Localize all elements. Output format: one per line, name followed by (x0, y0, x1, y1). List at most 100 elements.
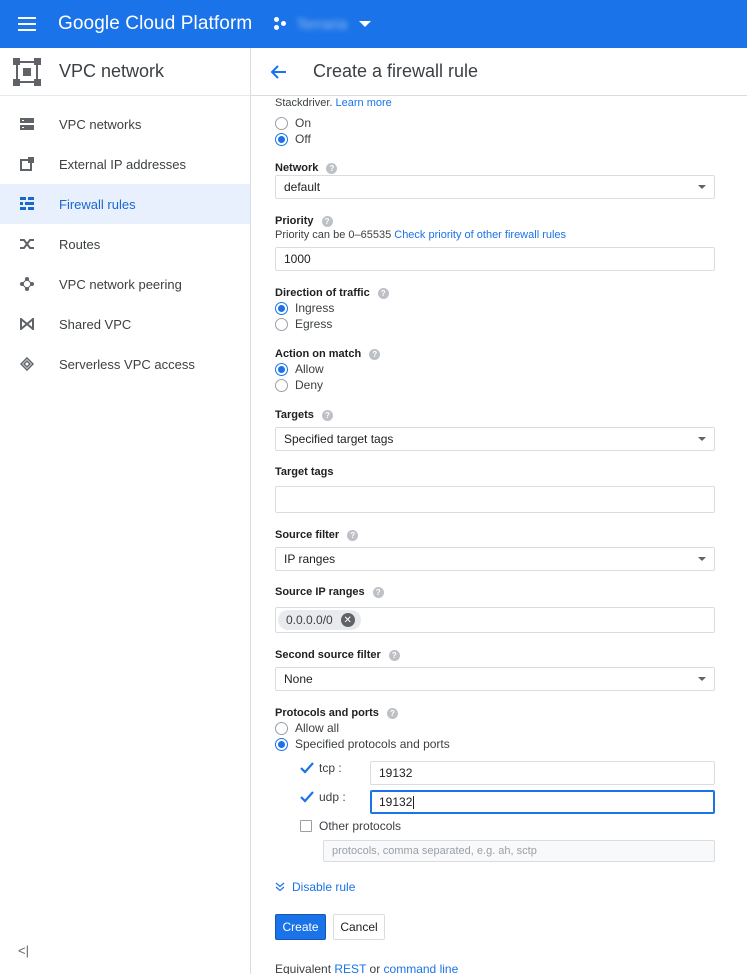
sidebar-item-label: External IP addresses (59, 156, 186, 172)
help-icon[interactable]: ? (372, 586, 384, 598)
other-protocols-label: Other protocols (319, 819, 402, 833)
firewall-form: Stackdriver. Learn more On Off Network? … (275, 96, 715, 974)
help-icon[interactable]: ? (386, 707, 398, 719)
targets-label: Targets? (275, 409, 333, 421)
vpc-logo-icon (13, 57, 41, 86)
sidebar-item-vpc-networks[interactable]: VPC networks (0, 104, 250, 144)
tcp-checkbox[interactable] (300, 761, 314, 775)
ip-range-chip: 0.0.0.0/0 ✕ (278, 610, 361, 630)
radio-checked (275, 362, 288, 376)
text-cursor (413, 795, 415, 809)
sidebar-item-label: Serverless VPC access (59, 356, 195, 372)
other-protocols-input[interactable]: protocols, comma separated, e.g. ah, sct… (323, 840, 715, 862)
dropdown-arrow-icon (698, 437, 706, 441)
help-icon[interactable]: ? (321, 215, 333, 227)
network-dropdown[interactable]: default (275, 175, 715, 199)
udp-ports-input[interactable]: 19132 (370, 790, 715, 814)
page-title: Create a firewall rule (313, 61, 479, 81)
allow-all-radio[interactable]: Allow all (275, 720, 339, 736)
rest-link[interactable]: REST (334, 962, 366, 974)
sidebar-title: VPC network (59, 61, 165, 81)
direction-label: Direction of traffic? (275, 287, 389, 299)
chevron-down-icon (275, 882, 285, 892)
help-icon[interactable]: ? (347, 529, 359, 541)
source-ip-ranges-label: Source IP ranges? (275, 586, 384, 598)
source-filter-label: Source filter? (275, 529, 359, 541)
second-source-filter-label: Second source filter? (275, 649, 400, 661)
help-icon[interactable]: ? (377, 287, 389, 299)
logs-off-radio[interactable]: Off (275, 131, 311, 147)
back-arrow-icon[interactable] (269, 64, 289, 80)
action-label: Action on match? (275, 348, 381, 360)
project-name: Terraria (296, 15, 348, 33)
radio-unchecked (275, 317, 288, 331)
dropdown-arrow-icon (698, 677, 706, 681)
priority-hint: Priority can be 0–65535 Check priority o… (275, 229, 567, 241)
source-filter-dropdown[interactable]: IP ranges (275, 547, 715, 571)
specified-protocols-radio[interactable]: Specified protocols and ports (275, 736, 450, 752)
app-name[interactable]: Google Cloud Platform (58, 13, 252, 35)
second-source-filter-dropdown[interactable]: None (275, 667, 715, 691)
udp-label: udp : (319, 790, 346, 804)
sidebar: VPC network VPC networks External IP add… (0, 48, 251, 974)
collapse-sidebar-icon[interactable]: <| (18, 943, 29, 958)
network-label: Network? (275, 162, 338, 174)
sidebar-item-firewall-rules[interactable]: Firewall rules (0, 184, 250, 224)
radio-unchecked (275, 378, 288, 392)
help-icon[interactable]: ? (388, 649, 400, 661)
firewall-icon (19, 196, 35, 212)
sidebar-item-label: Routes (59, 236, 101, 252)
caret-down-icon (359, 21, 372, 27)
sidebar-item-external-ip[interactable]: External IP addresses (0, 144, 250, 184)
target-tags-label: Target tags (275, 466, 334, 478)
help-icon[interactable]: ? (321, 409, 333, 421)
help-icon[interactable]: ? (326, 162, 338, 174)
sidebar-item-shared-vpc[interactable]: Shared VPC (0, 304, 250, 344)
project-dots-icon (274, 17, 288, 31)
sidebar-item-serverless[interactable]: Serverless VPC access (0, 344, 250, 384)
shared-vpc-icon (19, 316, 35, 332)
learn-more-link[interactable]: Learn more (336, 97, 392, 109)
targets-dropdown[interactable]: Specified target tags (275, 427, 715, 451)
project-selector[interactable]: Terraria (274, 15, 372, 33)
priority-input[interactable]: 1000 (275, 247, 715, 271)
dropdown-arrow-icon (698, 185, 706, 189)
command-line-link[interactable]: command line (384, 962, 459, 974)
sidebar-item-label: Shared VPC (59, 316, 132, 332)
sidebar-item-peering[interactable]: VPC network peering (0, 264, 250, 304)
check-priority-link[interactable]: Check priority of other firewall rules (394, 229, 566, 241)
radio-unchecked (275, 721, 288, 735)
other-protocols-checkbox[interactable] (300, 820, 312, 832)
peering-icon (19, 276, 35, 292)
radio-checked (275, 737, 288, 751)
create-button[interactable]: Create (275, 914, 326, 940)
equivalent-note: Equivalent REST or command line (275, 962, 459, 974)
menu-icon[interactable] (0, 0, 54, 48)
external-ip-icon (19, 156, 35, 172)
logs-on-radio[interactable]: On (275, 115, 311, 131)
disable-rule-toggle[interactable]: Disable rule (275, 880, 355, 894)
radio-checked (275, 132, 288, 146)
logs-note: Stackdriver. Learn more (275, 97, 392, 109)
radio-checked (275, 301, 288, 315)
udp-checkbox[interactable] (300, 790, 314, 804)
routes-icon (19, 236, 35, 252)
egress-radio[interactable]: Egress (275, 316, 332, 332)
sidebar-item-label: VPC network peering (59, 276, 182, 292)
remove-chip-icon[interactable]: ✕ (340, 613, 355, 627)
page-header: Create a firewall rule (251, 48, 747, 96)
tcp-label: tcp : (319, 761, 342, 775)
checkmark-icon (300, 762, 314, 774)
source-ip-ranges-input[interactable]: 0.0.0.0/0 ✕ (275, 607, 715, 633)
target-tags-input[interactable] (275, 486, 715, 513)
help-icon[interactable]: ? (369, 348, 381, 360)
sidebar-header: VPC network (0, 48, 250, 96)
ingress-radio[interactable]: Ingress (275, 300, 334, 316)
sidebar-item-routes[interactable]: Routes (0, 224, 250, 264)
tcp-ports-input[interactable]: 19132 (370, 761, 715, 785)
serverless-icon (19, 356, 35, 372)
deny-radio[interactable]: Deny (275, 377, 323, 393)
cancel-button[interactable]: Cancel (333, 914, 385, 940)
allow-radio[interactable]: Allow (275, 361, 324, 377)
top-bar: Google Cloud Platform Terraria (0, 0, 747, 48)
